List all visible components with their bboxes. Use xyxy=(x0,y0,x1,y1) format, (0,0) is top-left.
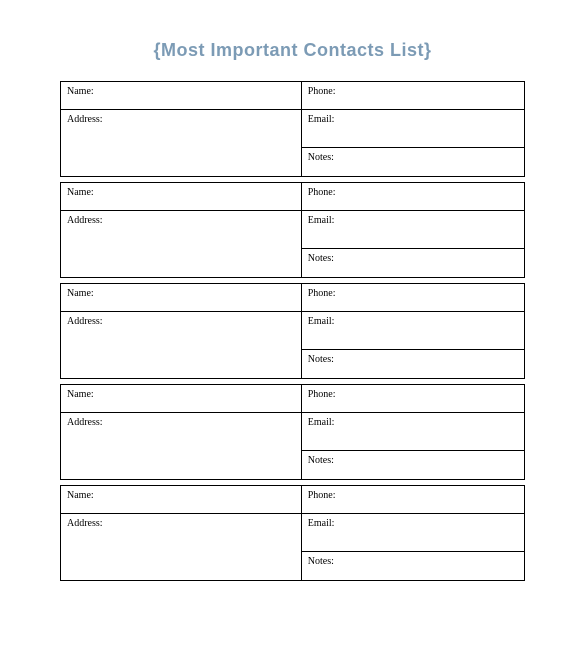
phone-field[interactable]: Phone: xyxy=(302,284,524,312)
notes-field[interactable]: Notes: xyxy=(302,249,524,282)
address-field[interactable]: Address: xyxy=(61,110,302,176)
address-field[interactable]: Address: xyxy=(61,312,302,378)
phone-field[interactable]: Phone: xyxy=(302,82,524,110)
email-field[interactable]: Email: xyxy=(302,413,524,451)
phone-field[interactable]: Phone: xyxy=(302,385,524,413)
address-field[interactable]: Address: xyxy=(61,514,302,580)
address-field[interactable]: Address: xyxy=(61,211,302,277)
contact-block: Name: Phone: Address: Email: Notes: xyxy=(60,81,525,177)
contact-block: Name: Phone: Address: Email: Notes: xyxy=(60,384,525,480)
email-field[interactable]: Email: xyxy=(302,110,524,148)
page-title: {Most Important Contacts List} xyxy=(60,40,525,61)
address-field[interactable]: Address: xyxy=(61,413,302,479)
contact-block: Name: Phone: Address: Email: Notes: xyxy=(60,283,525,379)
name-field[interactable]: Name: xyxy=(61,183,302,211)
name-field[interactable]: Name: xyxy=(61,486,302,514)
name-field[interactable]: Name: xyxy=(61,82,302,110)
contacts-container: Name: Phone: Address: Email: Notes: Name… xyxy=(60,81,525,581)
name-field[interactable]: Name: xyxy=(61,385,302,413)
notes-field[interactable]: Notes: xyxy=(302,451,524,484)
phone-field[interactable]: Phone: xyxy=(302,183,524,211)
notes-field[interactable]: Notes: xyxy=(302,148,524,181)
email-field[interactable]: Email: xyxy=(302,312,524,350)
contact-block: Name: Phone: Address: Email: Notes: xyxy=(60,182,525,278)
email-field[interactable]: Email: xyxy=(302,211,524,249)
name-field[interactable]: Name: xyxy=(61,284,302,312)
notes-field[interactable]: Notes: xyxy=(302,552,524,585)
phone-field[interactable]: Phone: xyxy=(302,486,524,514)
email-field[interactable]: Email: xyxy=(302,514,524,552)
contact-block: Name: Phone: Address: Email: Notes: xyxy=(60,485,525,581)
notes-field[interactable]: Notes: xyxy=(302,350,524,383)
